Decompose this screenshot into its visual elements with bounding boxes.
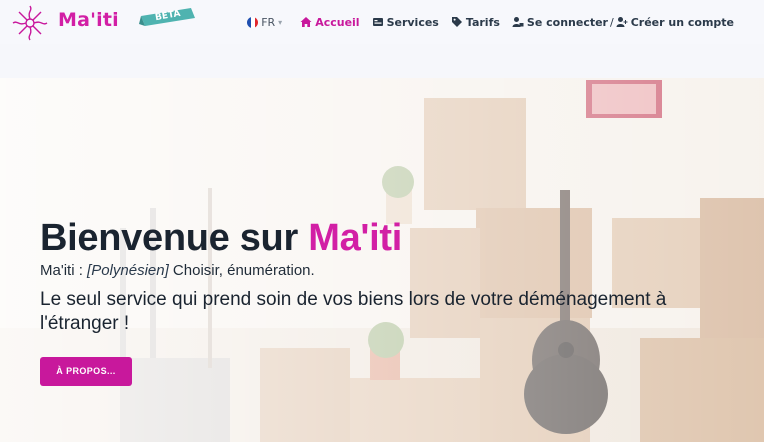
nav-item-services[interactable]: Services <box>372 16 439 29</box>
user-lock-icon <box>512 17 524 27</box>
tag-icon <box>451 17 462 27</box>
brand-name: Ma'iti <box>58 9 119 31</box>
brand-link[interactable]: Ma'iti BETA <box>10 3 195 43</box>
user-plus-icon <box>616 17 628 27</box>
chevron-down-icon: ▾ <box>278 17 283 27</box>
flower-logo-icon <box>12 5 48 41</box>
hero-title-brand: Ma'iti <box>308 217 403 259</box>
navbar: Ma'iti BETA FR ▾ Accueil Services Tarifs… <box>0 0 764 44</box>
nav-links: FR ▾ Accueil Services Tarifs Se connecte… <box>247 14 734 30</box>
beta-badge: BETA <box>139 6 197 28</box>
nav-item-tarifs[interactable]: Tarifs <box>451 16 500 29</box>
definition-text: Choisir, énumération. <box>168 262 315 279</box>
hero-description: Le seul service qui prend soin de vos bi… <box>40 289 667 334</box>
about-button[interactable]: À PROPOS... <box>40 357 132 386</box>
definition-prefix: Ma'iti : <box>40 262 88 279</box>
login-label: Se connecter <box>526 15 608 29</box>
hero-overlay <box>0 78 764 442</box>
france-flag-icon <box>247 16 259 28</box>
nav-item-label: Accueil <box>315 15 360 29</box>
nav-item-label: Tarifs <box>465 15 500 29</box>
nav-item-accueil[interactable]: Accueil <box>300 15 360 29</box>
hero-title-prefix: Bienvenue sur <box>40 217 309 259</box>
language-selector[interactable]: FR ▾ <box>247 16 282 29</box>
register-label: Créer un compte <box>630 15 734 29</box>
login-link[interactable]: Se connecter <box>512 16 608 29</box>
services-icon <box>372 18 383 26</box>
hero-section: Bienvenue sur Ma'iti Ma'iti : [Polynésie… <box>0 78 764 442</box>
language-label: FR <box>261 15 276 29</box>
hero-title: Bienvenue sur Ma'iti <box>40 217 402 260</box>
nav-separator: / <box>609 15 614 29</box>
nav-item-label: Services <box>386 15 439 29</box>
hero-definition: Ma'iti : [Polynésien] Choisir, énumérati… <box>40 262 315 279</box>
home-icon <box>300 17 312 27</box>
register-link[interactable]: Créer un compte <box>616 16 734 29</box>
definition-origin: [Polynésien] <box>87 262 169 279</box>
